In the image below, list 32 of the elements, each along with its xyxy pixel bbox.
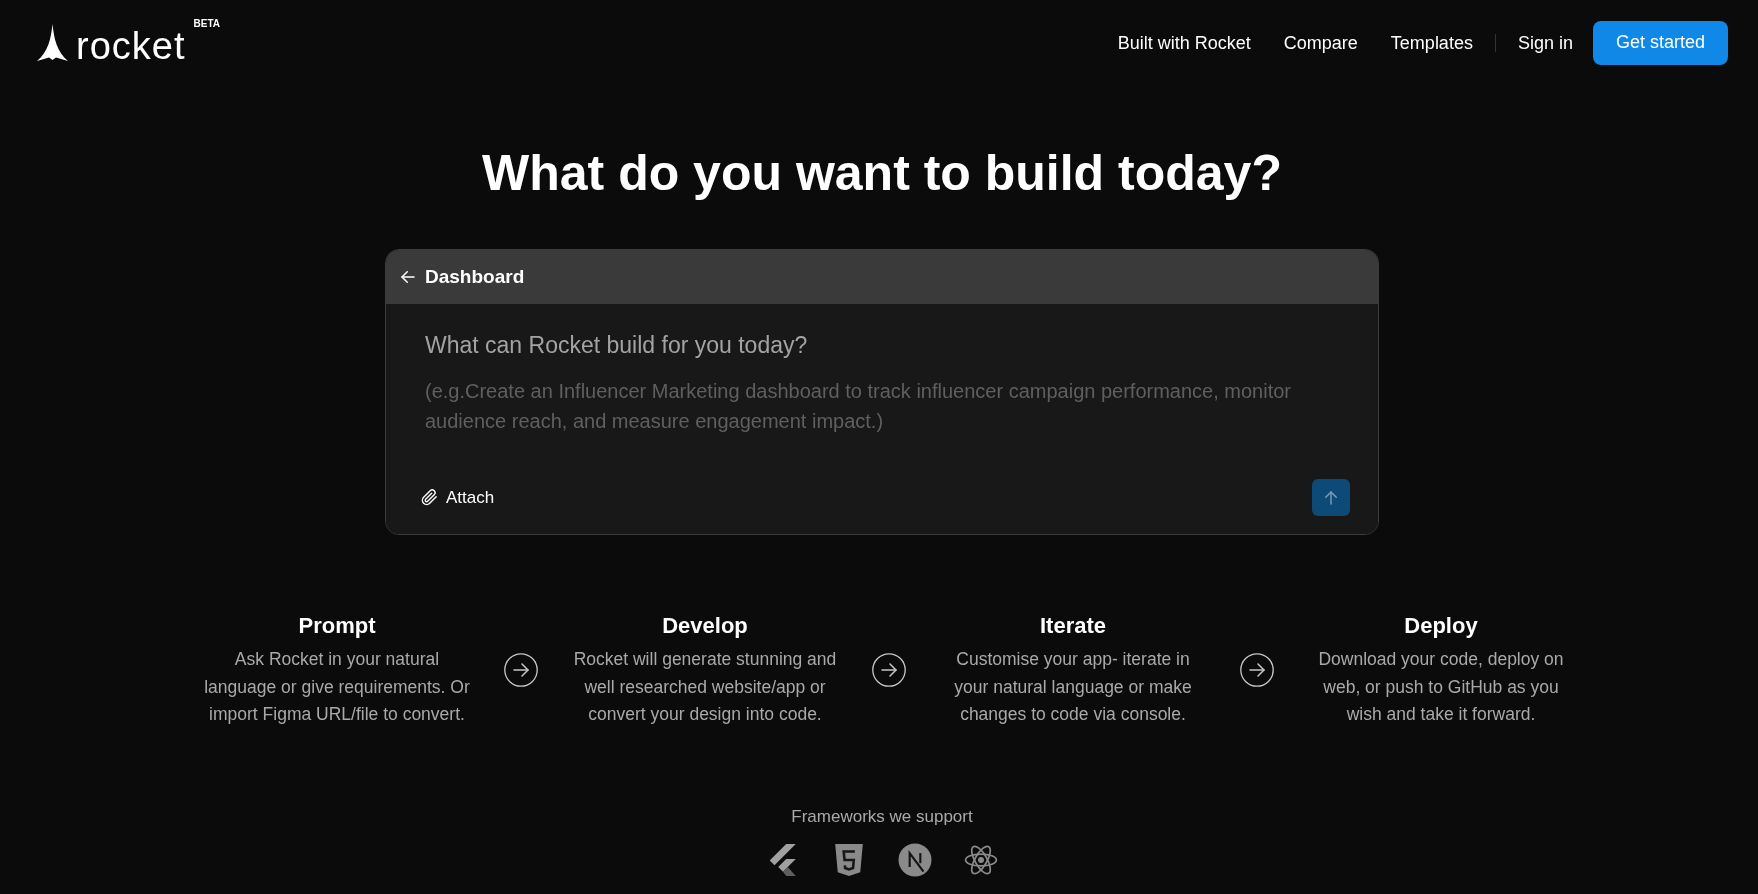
arrow-circle-icon [1240,652,1274,687]
nav-link[interactable]: Built with Rocket [1117,30,1251,55]
nav-link[interactable]: Templates [1390,30,1473,55]
prompt-heading: What can Rocket build for you today? [425,331,809,360]
step-description: Customise your app- iterate in your natural language or make changes to code via console. [953,648,1193,726]
nav-link[interactable]: Compare [1283,30,1358,55]
step-title: Prompt [297,612,377,640]
back-arrow-icon [399,268,417,286]
prompt-input-box[interactable]: What can Rocket build for you today? (e.g.Create an Influencer Marketing dashboard to track influencer campaign performance, monitor audience reach, and measure engagement impact.) Attach [386,304,1378,534]
arrow-circle-icon [872,652,906,687]
arrow-up-icon [1322,488,1340,507]
frameworks-label: Frameworks we support [790,805,974,828]
atom-icon [964,842,998,877]
shield-icon [832,842,866,877]
step-description: Download your code, deploy on web, or push to GitHub as you wish and take it forward. [1317,648,1565,726]
rocket-icon [37,24,68,61]
step-title: Deploy [1403,612,1479,640]
prompt-input-field[interactable]: (e.g.Create an Influencer Marketing dashboard to track influencer campaign performance, monitor audience reach, and measure engagement impact.) [425,376,1350,456]
monogram-circle-icon [898,842,932,877]
beta-label: BETA [193,18,220,30]
step-title: Iterate [1038,612,1107,640]
hero-title: What do you want to build today? [481,144,1283,203]
step-description: Rocket will generate stunning and well researched website/app or convert your design into code. [572,648,838,726]
step-title: Develop [661,612,749,640]
logo-wordmark: rocket [76,31,186,61]
get-started-button[interactable]: Get started [1592,20,1728,65]
attach-button[interactable]: Attach [421,485,495,510]
arrow-circle-icon [504,652,538,687]
step-description: Ask Rocket in your natural language or give requirements. Or import Figma URL/file to convert. [203,648,471,726]
paperclip-icon [421,489,438,506]
dashboard-back-link[interactable]: Dashboard [399,262,525,292]
sign-in-link[interactable]: Sign in [1517,30,1573,55]
